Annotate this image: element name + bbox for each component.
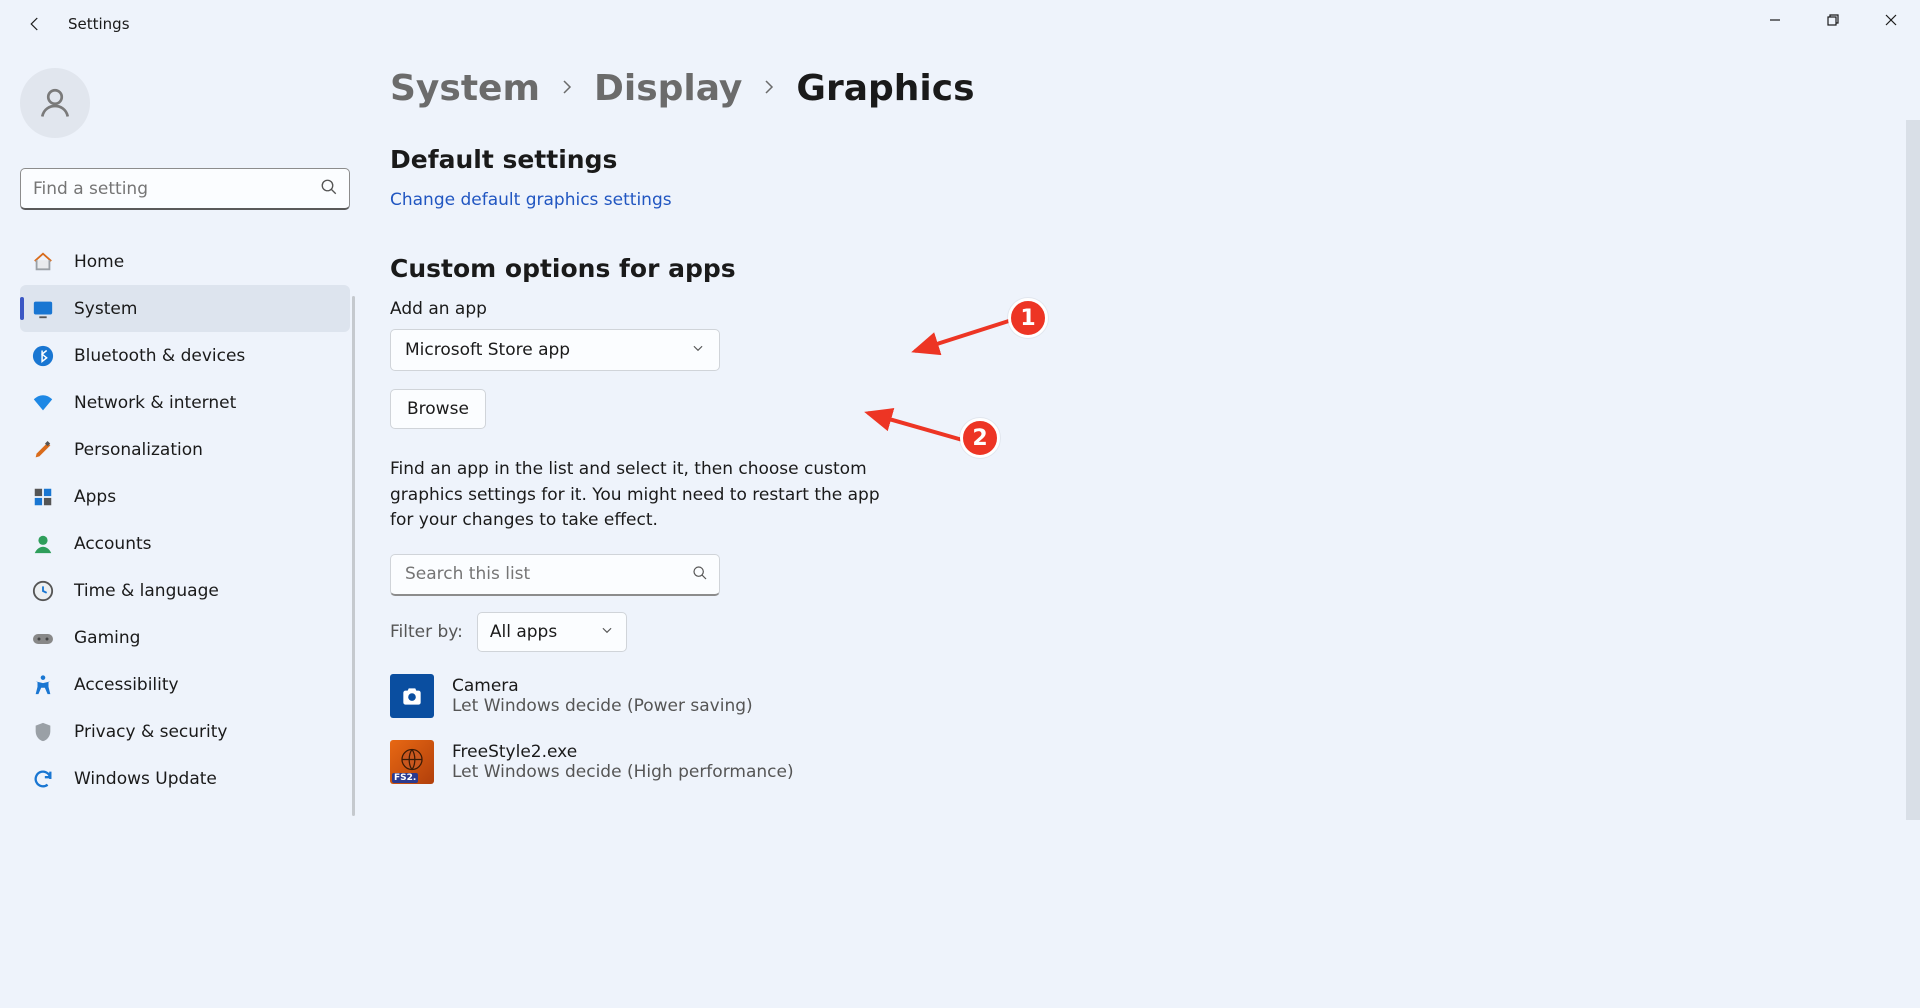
sidebar-item-privacy[interactable]: Privacy & security [20, 708, 350, 755]
chevron-down-icon [600, 622, 614, 642]
change-default-graphics-link[interactable]: Change default graphics settings [390, 190, 672, 210]
list-search-input[interactable] [390, 554, 720, 596]
window-title: Settings [68, 15, 130, 33]
chevron-right-icon [760, 78, 778, 100]
content-scrollbar[interactable] [1906, 120, 1920, 820]
annotation-badge-1: 1 [1008, 298, 1048, 338]
annotation-badge-2: 2 [960, 418, 1000, 458]
app-name: Camera [452, 676, 753, 696]
camera-app-icon [390, 674, 434, 718]
avatar[interactable] [20, 68, 90, 138]
annotation-arrow-2 [858, 403, 978, 453]
maximize-icon [1827, 14, 1839, 26]
sidebar-item-personalization[interactable]: Personalization [20, 426, 350, 473]
sidebar-item-gaming[interactable]: Gaming [20, 614, 350, 661]
browse-button[interactable]: Browse [390, 389, 486, 429]
add-app-label: Add an app [390, 299, 1880, 319]
sidebar-item-update[interactable]: Windows Update [20, 755, 350, 802]
search-input[interactable] [20, 168, 350, 210]
clock-icon [30, 578, 56, 604]
shield-icon [30, 719, 56, 745]
breadcrumb-graphics: Graphics [796, 68, 974, 109]
dropdown-value: Microsoft Store app [405, 340, 570, 360]
app-setting: Let Windows decide (High performance) [452, 762, 794, 782]
settings-search [20, 168, 350, 210]
maximize-button[interactable] [1804, 0, 1862, 40]
chevron-right-icon [558, 78, 576, 100]
update-icon [30, 766, 56, 792]
sidebar-item-label: Gaming [74, 628, 140, 648]
titlebar: Settings [0, 0, 1920, 48]
default-settings-heading: Default settings [390, 145, 1880, 174]
breadcrumb-display[interactable]: Display [594, 68, 742, 109]
sidebar-item-label: Home [74, 252, 124, 272]
sidebar-item-label: Personalization [74, 440, 203, 460]
sidebar-item-accessibility[interactable]: Accessibility [20, 661, 350, 708]
account-icon [30, 531, 56, 557]
window-controls [1746, 0, 1920, 40]
accessibility-icon [30, 672, 56, 698]
sidebar-item-time[interactable]: Time & language [20, 567, 350, 614]
minimize-button[interactable] [1746, 0, 1804, 40]
search-icon [692, 565, 708, 585]
chevron-down-icon [691, 340, 705, 360]
add-app-dropdown[interactable]: Microsoft Store app [390, 329, 720, 371]
sidebar-item-system[interactable]: System [20, 285, 350, 332]
brush-icon [30, 437, 56, 463]
sidebar-item-label: Apps [74, 487, 116, 507]
bluetooth-icon [30, 343, 56, 369]
freestyle2-app-icon: FS2. [390, 740, 434, 784]
sidebar-item-network[interactable]: Network & internet [20, 379, 350, 426]
app-item-camera[interactable]: Camera Let Windows decide (Power saving) [390, 674, 1880, 718]
arrow-left-icon [26, 15, 44, 33]
custom-options-heading: Custom options for apps [390, 254, 1880, 283]
sidebar: Home System Bluetooth & devices Network … [0, 48, 360, 1008]
button-label: Browse [407, 399, 469, 419]
home-icon [30, 249, 56, 275]
breadcrumb: System Display Graphics [390, 68, 1880, 109]
minimize-icon [1769, 14, 1781, 26]
sidebar-item-label: Accessibility [74, 675, 179, 695]
sidebar-item-home[interactable]: Home [20, 238, 350, 285]
sidebar-item-label: Privacy & security [74, 722, 228, 742]
close-icon [1885, 14, 1897, 26]
sidebar-item-bluetooth[interactable]: Bluetooth & devices [20, 332, 350, 379]
app-name: FreeStyle2.exe [452, 742, 794, 762]
gamepad-icon [30, 625, 56, 651]
sidebar-item-label: Bluetooth & devices [74, 346, 245, 366]
filter-value: All apps [490, 622, 557, 642]
search-icon [320, 178, 338, 200]
breadcrumb-system[interactable]: System [390, 68, 540, 109]
sidebar-item-label: Accounts [74, 534, 152, 554]
person-icon [37, 85, 73, 121]
app-list-search [390, 554, 720, 596]
app-setting: Let Windows decide (Power saving) [452, 696, 753, 716]
wifi-icon [30, 390, 56, 416]
close-button[interactable] [1862, 0, 1920, 40]
apps-icon [30, 484, 56, 510]
sidebar-item-label: Windows Update [74, 769, 217, 789]
sidebar-item-label: Network & internet [74, 393, 236, 413]
sidebar-scrollbar[interactable] [352, 296, 355, 816]
filter-dropdown[interactable]: All apps [477, 612, 627, 652]
filter-row: Filter by: All apps [390, 612, 1880, 652]
system-icon [30, 296, 56, 322]
help-text: Find an app in the list and select it, t… [390, 457, 900, 534]
sidebar-item-apps[interactable]: Apps [20, 473, 350, 520]
back-button[interactable] [18, 15, 52, 33]
nav-list: Home System Bluetooth & devices Network … [20, 238, 350, 802]
app-item-freestyle2[interactable]: FS2. FreeStyle2.exe Let Windows decide (… [390, 740, 1880, 784]
sidebar-item-label: System [74, 299, 137, 319]
annotation-arrow-1 [905, 311, 1025, 361]
sidebar-item-accounts[interactable]: Accounts [20, 520, 350, 567]
filter-label: Filter by: [390, 622, 463, 642]
sidebar-item-label: Time & language [74, 581, 219, 601]
main-content: System Display Graphics Default settings… [360, 48, 1920, 1008]
